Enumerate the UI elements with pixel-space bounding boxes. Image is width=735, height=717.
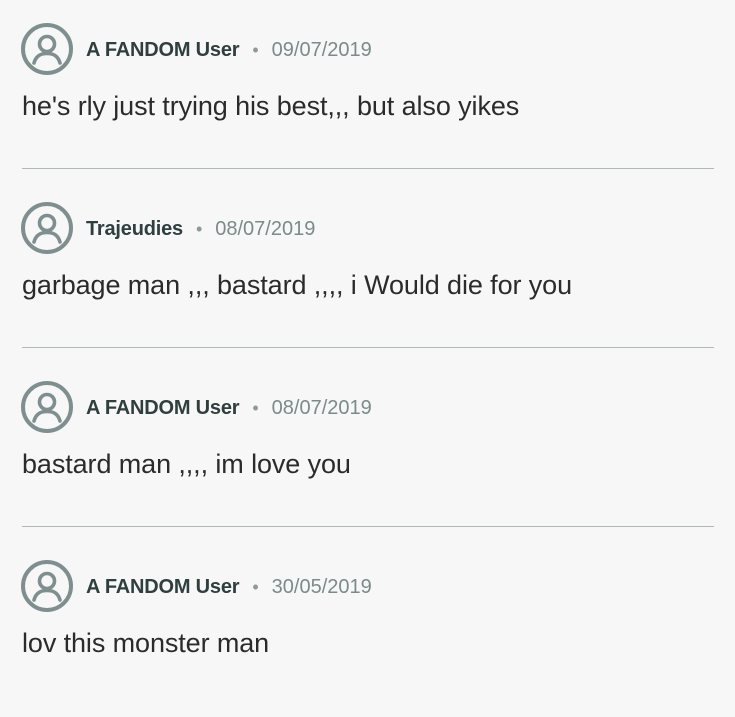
meta-separator: •	[252, 39, 259, 60]
comment-item: A FANDOM User • 09/07/2019 he's rly just…	[0, 0, 735, 180]
username-link[interactable]: A FANDOM User	[86, 39, 240, 62]
comment-item: Trajeudies • 08/07/2019 garbage man ,,, …	[0, 179, 735, 359]
user-avatar-icon[interactable]	[20, 201, 74, 255]
comment-body: garbage man ,,, bastard ,,,, i Would die…	[22, 270, 573, 300]
meta-separator: •	[252, 397, 259, 418]
username-link[interactable]: A FANDOM User	[86, 576, 240, 599]
meta-separator: •	[252, 576, 259, 597]
comment-date: 30/05/2019	[271, 575, 372, 598]
comment-date: 09/07/2019	[271, 38, 372, 61]
comment-divider	[22, 168, 714, 169]
comment-body: bastard man ,,,, im love you	[22, 449, 351, 479]
username-link[interactable]: A FANDOM User	[86, 397, 240, 420]
comment-divider	[22, 526, 714, 527]
user-avatar-icon[interactable]	[20, 22, 74, 76]
username-link[interactable]: Trajeudies	[86, 218, 183, 241]
comment-date: 08/07/2019	[271, 396, 372, 419]
comment-item: A FANDOM User • 30/05/2019 lov this mons…	[0, 537, 735, 717]
user-avatar-icon[interactable]	[20, 380, 74, 434]
comment-meta: Trajeudies • 08/07/2019	[86, 216, 315, 242]
comment-meta: A FANDOM User • 09/07/2019	[86, 37, 372, 63]
comment-list: A FANDOM User • 09/07/2019 he's rly just…	[0, 0, 735, 698]
meta-separator: •	[195, 218, 203, 239]
comment-meta: A FANDOM User • 30/05/2019	[86, 574, 372, 600]
comment-body: lov this monster man	[22, 628, 270, 658]
comment-date: 08/07/2019	[215, 217, 316, 240]
comment-meta: A FANDOM User • 08/07/2019	[86, 395, 372, 421]
comment-item: A FANDOM User • 08/07/2019 bastard man ,…	[0, 358, 735, 538]
comment-body: he's rly just trying his best,,, but als…	[22, 91, 520, 121]
comment-divider	[22, 347, 714, 348]
user-avatar-icon[interactable]	[20, 559, 74, 613]
